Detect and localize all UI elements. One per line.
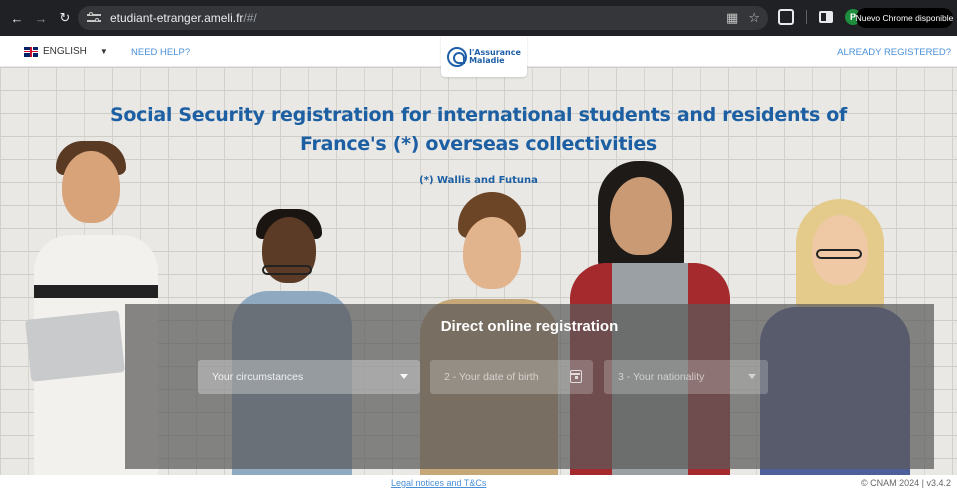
chevron-down-icon: ▼ xyxy=(99,47,108,56)
uk-flag-icon xyxy=(24,46,38,57)
nationality-select[interactable]: 3 - Your nationality xyxy=(604,360,768,394)
url-host: etudiant-etranger.ameli.fr xyxy=(110,11,244,25)
site-info-icon[interactable] xyxy=(87,11,101,25)
url-path: /#/ xyxy=(243,11,257,25)
translate-icon[interactable]: ▦ xyxy=(726,10,738,26)
legal-notices-link[interactable]: Legal notices and T&Cs xyxy=(391,478,486,488)
address-bar[interactable]: etudiant-etranger.ameli.fr/#/ ▦ ☆ xyxy=(78,6,768,30)
chrome-update-button[interactable]: Nuevo Chrome disponible xyxy=(856,8,953,28)
toolbar-divider xyxy=(806,10,807,24)
version-label: © CNAM 2024 | v3.4.2 xyxy=(860,478,951,488)
language-selector[interactable]: ENGLISH ▼ xyxy=(24,46,108,57)
extensions-icon[interactable] xyxy=(778,9,794,25)
already-registered-link[interactable]: ALREADY REGISTERED? xyxy=(837,47,951,58)
reload-icon[interactable]: ↻ xyxy=(56,9,74,27)
assurance-maladie-logo[interactable]: l'Assurance Maladie xyxy=(441,36,527,77)
bookmark-star-icon[interactable]: ☆ xyxy=(748,10,760,26)
overseas-footnote: (*) Wallis and Futuna xyxy=(419,175,538,186)
page-footer: Legal notices and T&Cs © CNAM 2024 | v3.… xyxy=(0,475,957,489)
date-of-birth-label: 2 - Your date of birth xyxy=(444,371,539,383)
language-label: ENGLISH xyxy=(43,46,87,57)
logo-line-2: Maladie xyxy=(469,55,505,65)
url-text[interactable]: etudiant-etranger.ameli.fr/#/ xyxy=(110,11,257,25)
need-help-link[interactable]: NEED HELP? xyxy=(131,47,190,58)
date-of-birth-field[interactable]: 2 - Your date of birth xyxy=(430,360,593,394)
nationality-label: 3 - Your nationality xyxy=(618,371,705,383)
circumstances-select[interactable]: Your circumstances xyxy=(198,360,420,394)
page-title: Social Security registration for interna… xyxy=(110,104,847,155)
circumstances-label: Your circumstances xyxy=(212,371,304,383)
registration-title: Direct online registration xyxy=(440,318,619,335)
side-panel-icon[interactable] xyxy=(819,11,833,23)
dropdown-arrow-icon xyxy=(748,374,756,379)
assurance-maladie-emblem-icon xyxy=(447,46,468,67)
forward-arrow-icon[interactable]: → xyxy=(32,9,50,27)
calendar-icon[interactable] xyxy=(570,370,582,383)
back-arrow-icon[interactable]: ← xyxy=(8,9,26,27)
browser-toolbar: ← → ↻ etudiant-etranger.ameli.fr/#/ ▦ ☆ … xyxy=(0,0,957,36)
registration-panel: Direct online registration Your circumst… xyxy=(125,304,934,469)
dropdown-arrow-icon xyxy=(400,374,408,379)
